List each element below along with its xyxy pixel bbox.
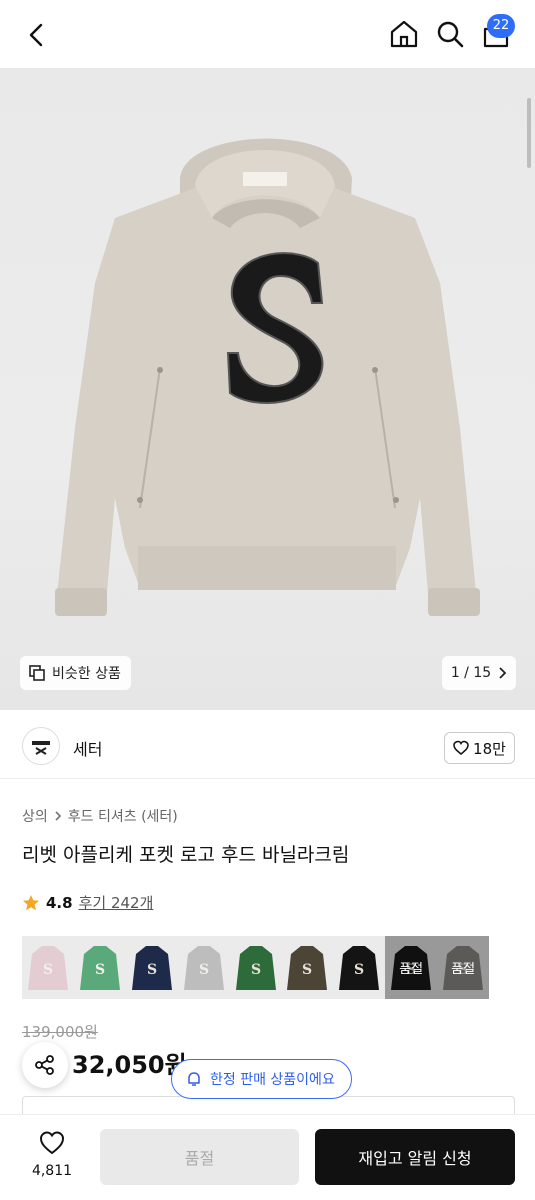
breadcrumb-item[interactable]: 상의 [22, 806, 48, 826]
like-count: 4,811 [31, 1163, 73, 1179]
limited-sale-text: 한정 판매 상품이에요 [210, 1072, 335, 1088]
restock-alert-button[interactable]: 재입고 알림 신청 [315, 1129, 515, 1185]
color-swatch[interactable]: S [229, 936, 282, 999]
product-image [55, 138, 480, 616]
scrollbar[interactable] [527, 98, 531, 168]
brand-like-count: 18만 [473, 739, 506, 758]
heart-icon [453, 740, 469, 755]
swatch-thumbnail: S [125, 936, 178, 999]
svg-text:S: S [302, 962, 312, 978]
sale-price: 32,050원 [72, 1051, 187, 1079]
swatch-thumbnail: S [229, 936, 282, 999]
home-icon[interactable] [388, 18, 420, 50]
like-button[interactable]: 4,811 [22, 1129, 82, 1179]
heart-icon [39, 1131, 65, 1155]
svg-text:S: S [43, 962, 53, 978]
page-counter-text: 1 / 15 [450, 665, 492, 681]
reviews-link[interactable]: 후기 242개 [79, 892, 154, 913]
soldout-button: 품절 [100, 1129, 299, 1185]
color-swatch[interactable]: S 품절 [437, 936, 490, 999]
cart-count-badge: 22 [487, 14, 515, 38]
original-price: 139,000원 [22, 1023, 98, 1041]
product-image-gallery[interactable]: 비슷한 상품 1 / 15 [0, 68, 535, 710]
chevron-left-icon[interactable] [22, 20, 52, 50]
divider [0, 778, 535, 779]
color-swatch[interactable]: S [333, 936, 386, 999]
share-icon [35, 1055, 54, 1075]
chevron-right-icon [55, 811, 61, 821]
color-swatch[interactable]: S 품절 [385, 936, 438, 999]
product-title: 리벳 아플리케 포켓 로고 후드 바닐라크림 [22, 844, 350, 866]
brand-row: 세터 18만 [0, 718, 535, 778]
color-swatch[interactable]: S [177, 936, 230, 999]
svg-text:S: S [199, 962, 209, 978]
color-swatch[interactable]: S [73, 936, 126, 999]
svg-text:S: S [147, 962, 157, 978]
swatch-thumbnail: S [73, 936, 126, 999]
star-icon [23, 894, 39, 910]
brand-name[interactable]: 세터 [73, 736, 102, 760]
soldout-overlay: 품절 [437, 936, 490, 999]
brand-logo[interactable] [22, 727, 60, 765]
swatch-thumbnail: S [281, 936, 334, 999]
chevron-right-icon [499, 667, 507, 679]
image-page-counter[interactable]: 1 / 15 [442, 656, 516, 690]
svg-text:S: S [251, 962, 261, 978]
swatch-thumbnail: S [177, 936, 230, 999]
similar-products-button[interactable]: 비슷한 상품 [20, 656, 131, 690]
limited-sale-notice: 한정 판매 상품이에요 [171, 1059, 352, 1099]
share-button[interactable] [22, 1042, 68, 1088]
bottom-action-bar: 4,811 품절 재입고 알림 신청 [0, 1114, 535, 1200]
color-swatch[interactable]: S [22, 936, 74, 999]
top-navigation-bar: 22 [0, 0, 535, 68]
copy-icon [29, 665, 45, 681]
breadcrumb-item[interactable]: 후드 티셔츠 (세터) [68, 806, 178, 826]
swatch-thumbnail: S [22, 936, 74, 999]
svg-text:S: S [354, 962, 364, 978]
color-swatches: S S S S S S S S 품절 S 품절 [22, 936, 490, 999]
similar-products-label: 비슷한 상품 [52, 666, 121, 682]
bell-icon [188, 1072, 200, 1086]
svg-text:S: S [95, 962, 105, 978]
brand-like-button[interactable]: 18만 [444, 732, 515, 764]
rating-summary: 4.8 후기 242개 [22, 892, 153, 913]
color-swatch[interactable]: S [281, 936, 334, 999]
rating-score: 4.8 [46, 893, 73, 912]
breadcrumb: 상의 후드 티셔츠 (세터) [22, 806, 178, 826]
swatch-thumbnail: S [333, 936, 386, 999]
soldout-overlay: 품절 [385, 936, 438, 999]
color-swatch[interactable]: S [125, 936, 178, 999]
search-icon[interactable] [434, 18, 466, 50]
brand-logo-mark [32, 741, 50, 755]
